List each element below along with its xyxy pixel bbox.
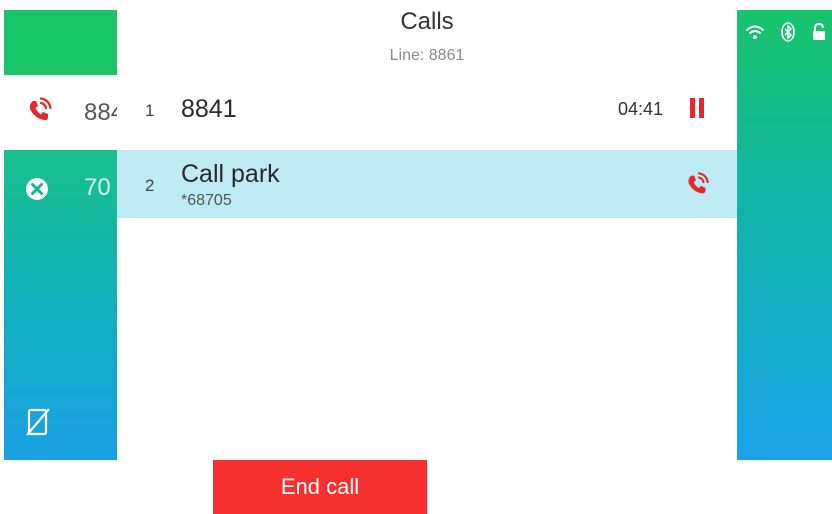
left-panel-header [4, 10, 117, 75]
wifi-icon [746, 25, 764, 39]
call-index: 1 [145, 101, 155, 120]
call-park-number: *68705 [181, 192, 232, 209]
bluetooth-icon [781, 22, 795, 42]
call-timer: 04:41 [618, 99, 664, 119]
call-name: Call park [181, 160, 280, 188]
call-name: 8841 [181, 95, 237, 123]
close-circle-icon [26, 178, 48, 200]
status-bar [745, 22, 827, 42]
line-key-2-number: 70 [84, 174, 111, 201]
end-call-button[interactable]: End call [213, 460, 427, 514]
right-panel [737, 10, 832, 460]
phone-ringing-icon [29, 97, 52, 120]
call-row-2[interactable]: 2 Call park *68705 [117, 150, 737, 218]
lock-icon [813, 22, 825, 40]
pause-icon [690, 98, 704, 118]
line-key-2[interactable]: 70 [4, 150, 117, 460]
line-subtitle: Line: 8861 [389, 47, 465, 64]
call-index: 2 [145, 176, 155, 195]
phone-screen: 8841 70 Calls Line: 8861 1 8841 04:41 2 … [0, 0, 832, 514]
page-title: Calls [400, 8, 454, 35]
line-key-1-number: 8841 [84, 99, 117, 126]
call-row-1[interactable]: 1 8841 04:41 [117, 75, 737, 150]
no-phone-icon [26, 408, 50, 436]
phone-ringing-icon [688, 172, 709, 194]
line-key-1[interactable]: 8841 [4, 75, 117, 150]
